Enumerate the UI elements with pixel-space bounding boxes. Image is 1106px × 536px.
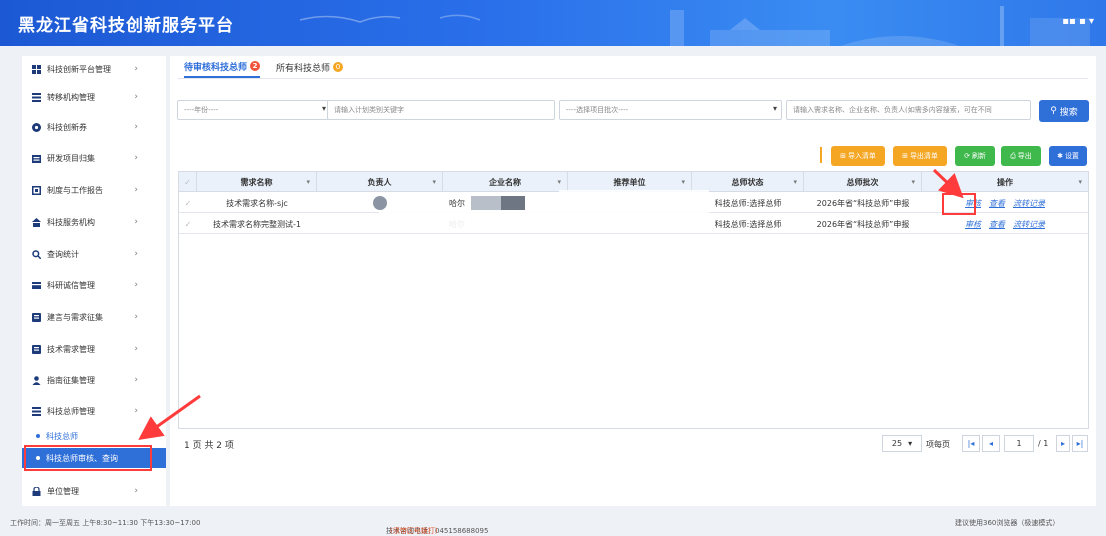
browser-hint: 建议使用360浏览器（极速模式） xyxy=(955,519,1060,527)
footer: 工作时间：周一至周五 上午8:30~11:30 下午13:30~17:00 技术… xyxy=(0,510,1106,535)
arrow-to-sidebar xyxy=(138,394,201,440)
support-phone-note: (须带区号拨打) xyxy=(390,527,438,535)
annotation-arrows xyxy=(138,168,964,440)
arrow-to-review xyxy=(932,168,964,199)
work-hours: 工作时间：周一至周五 上午8:30~11:30 下午13:30~17:00 xyxy=(10,519,201,527)
